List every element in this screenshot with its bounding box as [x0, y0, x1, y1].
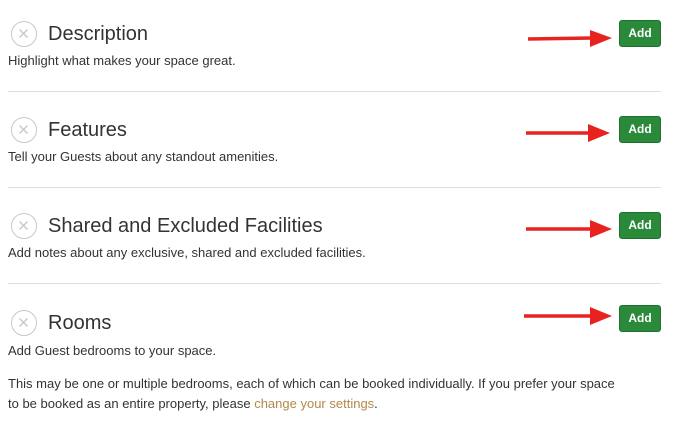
red-arrow-icon [527, 30, 612, 47]
section-title: Rooms [48, 312, 112, 334]
divider [8, 187, 661, 188]
red-arrow-icon [524, 307, 612, 325]
circle-x-icon [11, 213, 37, 239]
circle-x-icon [11, 117, 37, 143]
circle-x-icon [11, 310, 37, 336]
divider [8, 91, 661, 92]
section-title: Description [48, 23, 149, 45]
add-features-button[interactable]: Add [619, 116, 661, 143]
section-description-text: Add notes about any exclusive, shared an… [8, 245, 366, 260]
section-description-text: Add Guest bedrooms to your space. [8, 343, 217, 358]
red-arrow-icon [526, 220, 612, 238]
section-title: Shared and Excluded Facilities [48, 215, 323, 237]
rooms-note: This may be one or multiple bedrooms, ea… [8, 374, 628, 414]
divider [8, 283, 661, 284]
section-title: Features [48, 119, 127, 141]
change-settings-link[interactable]: change your settings [254, 396, 374, 411]
add-facilities-button[interactable]: Add [619, 212, 661, 239]
red-arrow-icon [526, 124, 610, 142]
circle-x-icon [11, 21, 37, 47]
section-description-text: Highlight what makes your space great. [8, 53, 236, 68]
add-rooms-button[interactable]: Add [619, 305, 661, 332]
section-description-text: Tell your Guests about any standout amen… [8, 149, 279, 164]
add-description-button[interactable]: Add [619, 20, 661, 47]
rooms-note-end: . [374, 396, 378, 411]
